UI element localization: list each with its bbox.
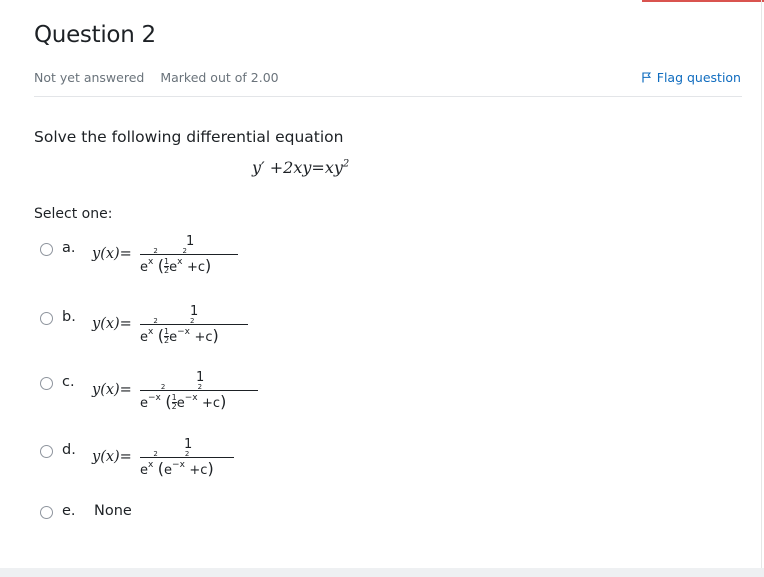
flag-question-button[interactable]: Flag question: [642, 70, 741, 85]
option-e-text: None: [94, 503, 132, 519]
option-a[interactable]: a.: [40, 240, 86, 256]
question-meta: Not yet answered Marked out of 2.00: [34, 70, 279, 85]
option-c-lhs: y(x)=: [92, 382, 132, 398]
option-a-denominator: ex2(1 2 ex2+c): [140, 247, 212, 275]
option-b-denominator: ex2(1 2 e−x2+c): [140, 317, 219, 345]
option-letter-e: e.: [62, 503, 76, 519]
option-d[interactable]: d.: [40, 442, 86, 458]
option-d-denominator: ex2(e−x2+c): [140, 450, 214, 478]
option-d-lhs: y(x)=: [92, 449, 132, 465]
radio-button-d[interactable]: [40, 445, 53, 458]
option-letter-b: b.: [62, 309, 76, 325]
radio-button-b[interactable]: [40, 312, 53, 325]
question-marks: Marked out of 2.00: [160, 70, 279, 85]
option-letter-c: c.: [62, 374, 75, 390]
flag-icon: [642, 72, 651, 83]
question-status: Not yet answered: [34, 70, 145, 85]
differential-equation: y′ +2xy=xy2: [252, 158, 350, 177]
question-card: [2, 0, 762, 570]
option-a-lhs: y(x)=: [92, 246, 132, 262]
option-b-lhs: y(x)=: [92, 316, 132, 332]
question-prompt: Solve the following differential equatio…: [34, 128, 344, 146]
radio-button-c[interactable]: [40, 377, 53, 390]
option-a-numerator: 1: [186, 234, 195, 249]
option-letter-d: d.: [62, 442, 76, 458]
option-c-denominator: e−x2(1 2 e−x2+c): [140, 383, 227, 411]
select-one-label: Select one:: [34, 206, 113, 222]
flag-question-label: Flag question: [656, 70, 741, 85]
page-bottom-bar: [0, 568, 764, 577]
option-b[interactable]: b.: [40, 309, 86, 325]
question-title: Question 2: [34, 22, 156, 48]
option-e[interactable]: e. None: [40, 503, 132, 519]
option-letter-a: a.: [62, 240, 76, 256]
radio-button-e[interactable]: [40, 506, 53, 519]
header-divider: [34, 96, 742, 97]
option-c[interactable]: c.: [40, 374, 86, 390]
radio-button-a[interactable]: [40, 243, 53, 256]
